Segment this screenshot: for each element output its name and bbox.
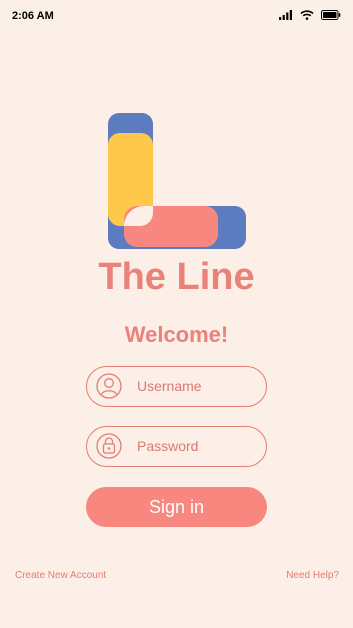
app-title: The Line <box>98 256 255 298</box>
status-bar: 2:06 AM <box>0 0 353 34</box>
sign-in-button[interactable]: Sign in <box>86 487 267 527</box>
password-field[interactable] <box>86 426 267 467</box>
need-help-link[interactable]: Need Help? <box>286 570 339 581</box>
welcome-heading: Welcome! <box>124 322 229 347</box>
username-field[interactable] <box>86 366 267 407</box>
wifi-icon <box>300 10 314 20</box>
the-line-logo <box>108 113 246 249</box>
password-input[interactable] <box>137 435 257 457</box>
create-account-link[interactable]: Create New Account <box>15 570 106 581</box>
user-icon <box>96 373 122 399</box>
battery-icon <box>321 10 341 20</box>
status-icons <box>279 10 341 20</box>
status-time: 2:06 AM <box>12 10 54 22</box>
username-input[interactable] <box>137 375 257 397</box>
signal-bars-icon <box>279 10 292 20</box>
lock-icon <box>96 433 122 459</box>
